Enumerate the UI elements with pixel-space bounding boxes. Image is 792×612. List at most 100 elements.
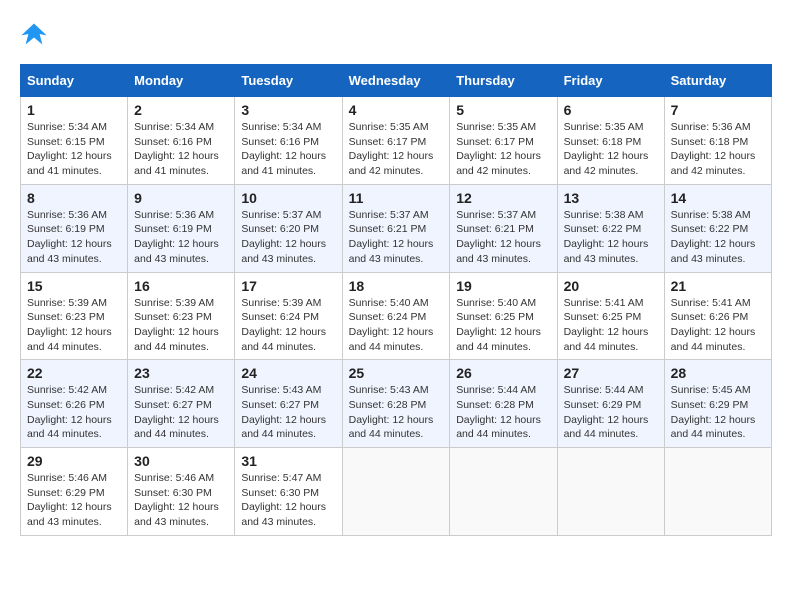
calendar-cell: 13Sunrise: 5:38 AMSunset: 6:22 PMDayligh… <box>557 184 664 272</box>
day-number: 12 <box>456 190 550 206</box>
calendar-cell: 16 Sunrise: 5:39 AMSunset: 6:23 PMDayligh… <box>128 272 235 360</box>
day-info: Sunrise: 5:38 AMSunset: 6:22 PMDaylight:… <box>564 208 658 267</box>
calendar-cell: 11 Sunrise: 5:37 AMSunset: 6:21 PMDayligh… <box>342 184 450 272</box>
day-info: Sunrise: 5:37 AMSunset: 6:20 PMDaylight:… <box>241 208 335 267</box>
day-info: Sunrise: 5:37 AMSunset: 6:21 PMDaylight:… <box>349 208 444 267</box>
day-info: Sunrise: 5:36 AMSunset: 6:19 PMDaylight:… <box>134 208 228 267</box>
day-info: Sunrise: 5:39 AMSunset: 6:23 PMDaylight:… <box>134 296 228 355</box>
day-info: Sunrise: 5:41 AMSunset: 6:26 PMDaylight:… <box>671 296 765 355</box>
calendar-week-5: 29 Sunrise: 5:46 AMSunset: 6:29 PMDayligh… <box>21 448 772 536</box>
calendar-week-4: 22Sunrise: 5:42 AMSunset: 6:26 PMDayligh… <box>21 360 772 448</box>
calendar-cell: 20 Sunrise: 5:41 AMSunset: 6:25 PMDayligh… <box>557 272 664 360</box>
calendar-cell: 22Sunrise: 5:42 AMSunset: 6:26 PMDayligh… <box>21 360 128 448</box>
day-info: Sunrise: 5:36 AMSunset: 6:18 PMDaylight:… <box>671 120 765 179</box>
day-header-wednesday: Wednesday <box>342 65 450 97</box>
day-number: 31 <box>241 453 335 469</box>
calendar-cell: 26 Sunrise: 5:44 AMSunset: 6:28 PMDayligh… <box>450 360 557 448</box>
day-info: Sunrise: 5:34 AMSunset: 6:16 PMDaylight:… <box>241 120 335 179</box>
calendar-cell <box>557 448 664 536</box>
logo <box>20 20 52 48</box>
calendar-week-1: 1Sunrise: 5:34 AMSunset: 6:15 PMDaylight… <box>21 97 772 185</box>
day-info: Sunrise: 5:43 AMSunset: 6:28 PMDaylight:… <box>349 383 444 442</box>
day-header-tuesday: Tuesday <box>235 65 342 97</box>
day-info: Sunrise: 5:35 AMSunset: 6:17 PMDaylight:… <box>456 120 550 179</box>
day-number: 28 <box>671 365 765 381</box>
day-info: Sunrise: 5:39 AMSunset: 6:24 PMDaylight:… <box>241 296 335 355</box>
day-info: Sunrise: 5:38 AMSunset: 6:22 PMDaylight:… <box>671 208 765 267</box>
day-number: 2 <box>134 102 228 118</box>
day-info: Sunrise: 5:41 AMSunset: 6:25 PMDaylight:… <box>564 296 658 355</box>
calendar-week-2: 8Sunrise: 5:36 AMSunset: 6:19 PMDaylight… <box>21 184 772 272</box>
day-number: 6 <box>564 102 658 118</box>
day-number: 14 <box>671 190 765 206</box>
day-number: 7 <box>671 102 765 118</box>
day-header-thursday: Thursday <box>450 65 557 97</box>
day-number: 26 <box>456 365 550 381</box>
calendar-cell: 2 Sunrise: 5:34 AMSunset: 6:16 PMDaylight… <box>128 97 235 185</box>
day-number: 17 <box>241 278 335 294</box>
day-info: Sunrise: 5:42 AMSunset: 6:27 PMDaylight:… <box>134 383 228 442</box>
calendar-cell: 25 Sunrise: 5:43 AMSunset: 6:28 PMDayligh… <box>342 360 450 448</box>
day-info: Sunrise: 5:46 AMSunset: 6:30 PMDaylight:… <box>134 471 228 530</box>
day-info: Sunrise: 5:35 AMSunset: 6:18 PMDaylight:… <box>564 120 658 179</box>
calendar-cell: 12 Sunrise: 5:37 AMSunset: 6:21 PMDayligh… <box>450 184 557 272</box>
calendar-cell: 7 Sunrise: 5:36 AMSunset: 6:18 PMDaylight… <box>664 97 771 185</box>
day-number: 16 <box>134 278 228 294</box>
calendar-cell: 17 Sunrise: 5:39 AMSunset: 6:24 PMDayligh… <box>235 272 342 360</box>
day-info: Sunrise: 5:40 AMSunset: 6:24 PMDaylight:… <box>349 296 444 355</box>
day-number: 23 <box>134 365 228 381</box>
calendar-cell: 28Sunrise: 5:45 AMSunset: 6:29 PMDayligh… <box>664 360 771 448</box>
calendar-cell: 18 Sunrise: 5:40 AMSunset: 6:24 PMDayligh… <box>342 272 450 360</box>
day-number: 30 <box>134 453 228 469</box>
calendar-cell: 27 Sunrise: 5:44 AMSunset: 6:29 PMDayligh… <box>557 360 664 448</box>
day-number: 27 <box>564 365 658 381</box>
calendar-cell: 14 Sunrise: 5:38 AMSunset: 6:22 PMDayligh… <box>664 184 771 272</box>
calendar-cell <box>342 448 450 536</box>
calendar-cell: 10 Sunrise: 5:37 AMSunset: 6:20 PMDayligh… <box>235 184 342 272</box>
day-number: 29 <box>27 453 121 469</box>
day-number: 18 <box>349 278 444 294</box>
calendar-cell: 23 Sunrise: 5:42 AMSunset: 6:27 PMDayligh… <box>128 360 235 448</box>
day-number: 4 <box>349 102 444 118</box>
day-header-saturday: Saturday <box>664 65 771 97</box>
day-number: 1 <box>27 102 121 118</box>
day-number: 25 <box>349 365 444 381</box>
day-number: 11 <box>349 190 444 206</box>
day-info: Sunrise: 5:35 AMSunset: 6:17 PMDaylight:… <box>349 120 444 179</box>
page-header <box>20 20 772 48</box>
day-info: Sunrise: 5:37 AMSunset: 6:21 PMDaylight:… <box>456 208 550 267</box>
calendar-cell: 24Sunrise: 5:43 AMSunset: 6:27 PMDayligh… <box>235 360 342 448</box>
day-number: 9 <box>134 190 228 206</box>
calendar-cell: 3 Sunrise: 5:34 AMSunset: 6:16 PMDaylight… <box>235 97 342 185</box>
day-header-friday: Friday <box>557 65 664 97</box>
day-number: 20 <box>564 278 658 294</box>
calendar-table: SundayMondayTuesdayWednesdayThursdayFrid… <box>20 64 772 536</box>
calendar-header: SundayMondayTuesdayWednesdayThursdayFrid… <box>21 65 772 97</box>
day-info: Sunrise: 5:36 AMSunset: 6:19 PMDaylight:… <box>27 208 121 267</box>
day-info: Sunrise: 5:44 AMSunset: 6:28 PMDaylight:… <box>456 383 550 442</box>
day-info: Sunrise: 5:39 AMSunset: 6:23 PMDaylight:… <box>27 296 121 355</box>
calendar-cell: 21 Sunrise: 5:41 AMSunset: 6:26 PMDayligh… <box>664 272 771 360</box>
calendar-week-3: 15 Sunrise: 5:39 AMSunset: 6:23 PMDayligh… <box>21 272 772 360</box>
day-number: 3 <box>241 102 335 118</box>
calendar-cell: 15 Sunrise: 5:39 AMSunset: 6:23 PMDayligh… <box>21 272 128 360</box>
calendar-cell: 1Sunrise: 5:34 AMSunset: 6:15 PMDaylight… <box>21 97 128 185</box>
day-info: Sunrise: 5:46 AMSunset: 6:29 PMDaylight:… <box>27 471 121 530</box>
day-info: Sunrise: 5:47 AMSunset: 6:30 PMDaylight:… <box>241 471 335 530</box>
day-number: 15 <box>27 278 121 294</box>
calendar-cell: 31 Sunrise: 5:47 AMSunset: 6:30 PMDayligh… <box>235 448 342 536</box>
day-info: Sunrise: 5:43 AMSunset: 6:27 PMDaylight:… <box>241 383 335 442</box>
calendar-cell <box>664 448 771 536</box>
calendar-cell: 30 Sunrise: 5:46 AMSunset: 6:30 PMDayligh… <box>128 448 235 536</box>
day-info: Sunrise: 5:42 AMSunset: 6:26 PMDaylight:… <box>27 383 121 442</box>
calendar-body: 1Sunrise: 5:34 AMSunset: 6:15 PMDaylight… <box>21 97 772 536</box>
day-number: 21 <box>671 278 765 294</box>
calendar-cell: 6 Sunrise: 5:35 AMSunset: 6:18 PMDaylight… <box>557 97 664 185</box>
day-info: Sunrise: 5:34 AMSunset: 6:16 PMDaylight:… <box>134 120 228 179</box>
calendar-cell: 5Sunrise: 5:35 AMSunset: 6:17 PMDaylight… <box>450 97 557 185</box>
day-number: 10 <box>241 190 335 206</box>
day-header-sunday: Sunday <box>21 65 128 97</box>
calendar-cell: 4 Sunrise: 5:35 AMSunset: 6:17 PMDaylight… <box>342 97 450 185</box>
day-info: Sunrise: 5:44 AMSunset: 6:29 PMDaylight:… <box>564 383 658 442</box>
calendar-cell: 19Sunrise: 5:40 AMSunset: 6:25 PMDayligh… <box>450 272 557 360</box>
